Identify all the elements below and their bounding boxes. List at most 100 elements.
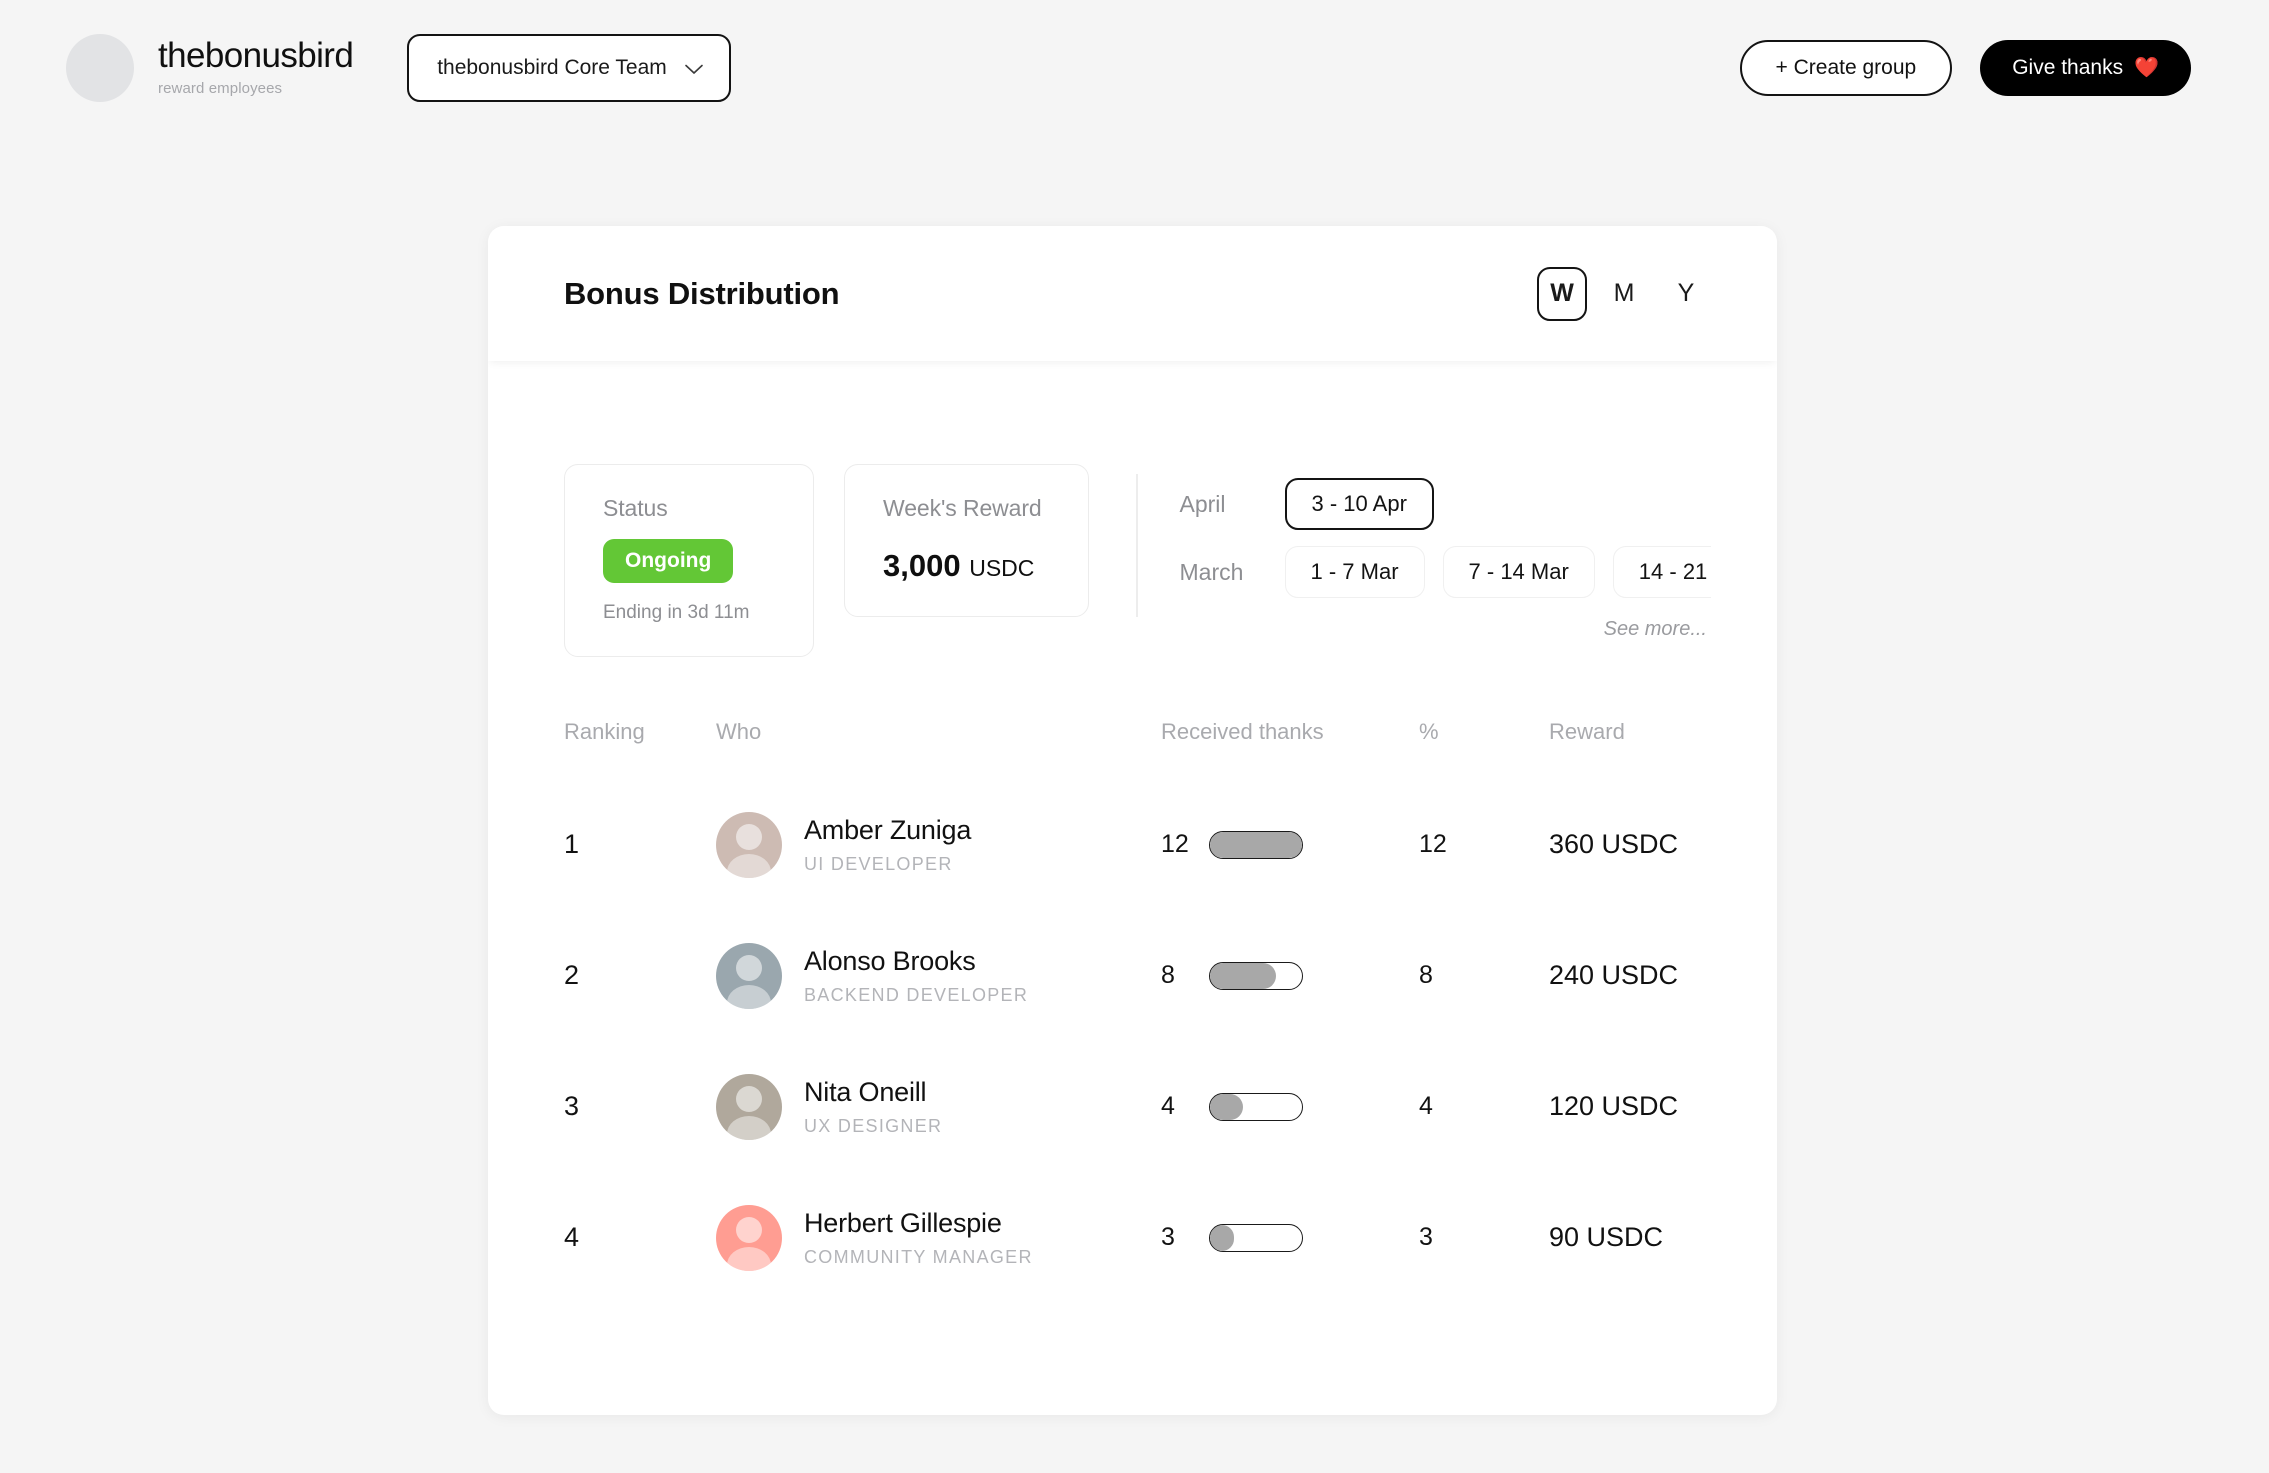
header-reward: Reward — [1549, 719, 1625, 744]
row-who: Amber Zuniga UI DEVELOPER — [716, 811, 1161, 878]
row-thanks-bar — [1209, 830, 1303, 859]
weeks-reward-amount: 3,000 — [883, 548, 961, 583]
status-badge: Ongoing — [603, 539, 734, 583]
month-label-march: March — [1179, 558, 1244, 585]
row-role: BACKEND DEVELOPER — [804, 984, 1029, 1005]
row-thanks-cell: 12 — [1161, 830, 1419, 859]
brand-text: thebonusbird reward employees — [158, 36, 354, 97]
row-percent: 3 — [1419, 1223, 1433, 1251]
period-year[interactable]: Y — [1661, 267, 1711, 321]
date-row-april: April 3 - 10 Apr — [1180, 470, 1712, 538]
row-thanks-bar — [1209, 961, 1303, 990]
row-who: Nita Oneill UX DESIGNER — [716, 1073, 1161, 1140]
row-who: Alonso Brooks BACKEND DEVELOPER — [716, 942, 1161, 1009]
who-text: Alonso Brooks BACKEND DEVELOPER — [804, 946, 1028, 1006]
april-chips: 3 - 10 Apr — [1284, 478, 1712, 530]
row-role: UI DEVELOPER — [804, 853, 953, 874]
row-rank: 4 — [564, 1222, 580, 1252]
bonus-distribution-card: Bonus Distribution W M Y Status Ongoing … — [488, 226, 1777, 1415]
date-chip-3-10-apr[interactable]: 3 - 10 Apr — [1284, 478, 1434, 530]
topbar-actions: + Create group Give thanks ❤️ — [1739, 39, 2191, 96]
row-thanks-cell: 8 — [1161, 961, 1419, 990]
row-thanks-bar-fill — [1210, 1224, 1234, 1251]
weeks-reward-card: Week's Reward 3,000 USDC — [844, 464, 1089, 617]
row-thanks-bar-fill — [1210, 1093, 1244, 1120]
row-rank: 1 — [564, 829, 580, 859]
date-chip-1-7-mar[interactable]: 1 - 7 Mar — [1284, 546, 1425, 598]
date-chip-7-14-mar[interactable]: 7 - 14 Mar — [1442, 546, 1595, 598]
row-role: COMMUNITY MANAGER — [804, 1246, 1033, 1267]
row-percent: 8 — [1419, 961, 1433, 989]
weeks-reward-value: 3,000 USDC — [883, 548, 1052, 584]
date-range-picker: April 3 - 10 Apr March 1 - 7 Mar 7 - 14 … — [1179, 464, 1712, 641]
vertical-divider — [1136, 474, 1138, 617]
avatar — [716, 942, 782, 1009]
row-reward: 120 USDC — [1549, 1091, 1679, 1121]
header-who: Who — [716, 719, 762, 744]
row-reward: 360 USDC — [1549, 829, 1679, 859]
header-received-thanks: Received thanks — [1161, 719, 1324, 744]
date-row-march: March 1 - 7 Mar 7 - 14 Mar 14 - 21 Mar — [1179, 538, 1711, 606]
row-who: Herbert Gillespie COMMUNITY MANAGER — [716, 1204, 1161, 1271]
row-thanks-cell: 4 — [1161, 1092, 1419, 1121]
chevron-down-icon — [685, 62, 703, 74]
brand: thebonusbird reward employees — [66, 33, 354, 102]
who-text: Herbert Gillespie COMMUNITY MANAGER — [804, 1208, 1033, 1268]
card-body: Status Ongoing Ending in 3d 11m Week's R… — [488, 361, 1777, 1415]
heart-icon: ❤️ — [2134, 56, 2159, 79]
page-title: Bonus Distribution — [564, 275, 840, 311]
row-role: UX DESIGNER — [804, 1115, 943, 1136]
date-chip-14-21-mar[interactable]: 14 - 21 Mar — [1612, 546, 1711, 598]
row-reward: 90 USDC — [1549, 1222, 1664, 1252]
row-thanks-bar — [1209, 1223, 1303, 1252]
avatar — [716, 811, 782, 878]
row-reward: 240 USDC — [1549, 960, 1679, 990]
table-row[interactable]: 1 Amber Zuniga UI DEVELOPER 12 12 360 USDC — [564, 779, 1711, 910]
who-text: Nita Oneill UX DESIGNER — [804, 1077, 942, 1137]
march-chips: 1 - 7 Mar 7 - 14 Mar 14 - 21 Mar — [1284, 546, 1711, 598]
status-card: Status Ongoing Ending in 3d 11m — [564, 464, 814, 657]
row-rank: 2 — [564, 960, 580, 990]
table-row[interactable]: 3 Nita Oneill UX DESIGNER 4 4 120 USDC — [564, 1041, 1711, 1172]
row-name: Amber Zuniga — [804, 814, 972, 845]
row-name: Nita Oneill — [804, 1076, 927, 1107]
row-thanks-count: 4 — [1161, 1092, 1175, 1120]
table-row[interactable]: 4 Herbert Gillespie COMMUNITY MANAGER 3 3 90 … — [564, 1172, 1711, 1303]
status-label: Status — [603, 495, 668, 521]
row-thanks-count: 12 — [1161, 830, 1189, 858]
stats-row: Status Ongoing Ending in 3d 11m Week's R… — [564, 361, 1711, 657]
team-selector[interactable]: thebonusbird Core Team — [407, 33, 732, 102]
month-label-april: April — [1179, 490, 1226, 517]
table-rows: 1 Amber Zuniga UI DEVELOPER 12 12 360 USDC 2 Al… — [564, 779, 1711, 1303]
row-thanks-count: 3 — [1161, 1223, 1175, 1251]
brand-title: thebonusbird — [158, 36, 354, 76]
avatar — [716, 1073, 782, 1140]
row-thanks-cell: 3 — [1161, 1223, 1419, 1252]
period-week[interactable]: W — [1537, 266, 1587, 321]
ranking-table: Ranking Who Received thanks % Reward 1 Am… — [564, 719, 1711, 1415]
row-thanks-bar — [1209, 1092, 1303, 1121]
header-percent: % — [1419, 719, 1439, 744]
give-thanks-button[interactable]: Give thanks ❤️ — [1980, 39, 2191, 96]
weeks-reward-label: Week's Reward — [883, 495, 1042, 521]
row-thanks-bar-fill — [1210, 962, 1277, 989]
brand-subtitle: reward employees — [158, 79, 283, 97]
period-month[interactable]: M — [1599, 267, 1649, 321]
table-header-row: Ranking Who Received thanks % Reward — [564, 719, 1711, 779]
row-percent: 4 — [1419, 1092, 1433, 1120]
row-thanks-count: 8 — [1161, 961, 1175, 989]
table-row[interactable]: 2 Alonso Brooks BACKEND DEVELOPER 8 8 240 USD… — [564, 910, 1711, 1041]
see-more-link[interactable]: See more... — [1180, 618, 1712, 641]
give-thanks-label: Give thanks — [2012, 55, 2124, 79]
create-group-button[interactable]: + Create group — [1739, 39, 1953, 96]
team-selector-label: thebonusbird Core Team — [437, 55, 667, 79]
row-thanks-bar-fill — [1210, 831, 1302, 858]
header-ranking: Ranking — [564, 719, 645, 744]
row-name: Alonso Brooks — [804, 945, 976, 976]
row-percent: 12 — [1419, 830, 1447, 858]
card-header: Bonus Distribution W M Y — [488, 226, 1777, 361]
period-toggle: W M Y — [1537, 266, 1711, 321]
weeks-reward-currency: USDC — [969, 555, 1035, 581]
who-text: Amber Zuniga UI DEVELOPER — [804, 815, 971, 875]
avatar — [716, 1204, 782, 1271]
